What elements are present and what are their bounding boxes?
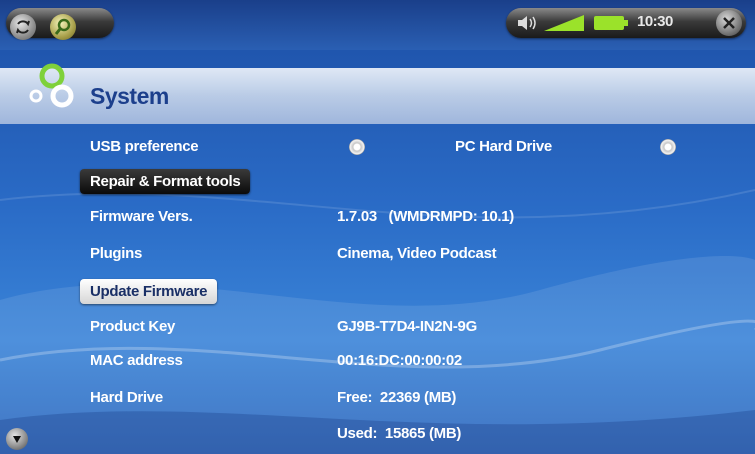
clock-time: 10:30 bbox=[637, 13, 673, 30]
usb-preference-left-arrow[interactable] bbox=[349, 139, 365, 155]
arrow-down-icon bbox=[13, 436, 21, 443]
page-title: System bbox=[90, 83, 169, 109]
firmware-version-label: Firmware Vers. bbox=[90, 208, 193, 225]
section-header: System bbox=[0, 63, 755, 124]
hard-drive-label: Hard Drive bbox=[90, 389, 163, 406]
search-icon bbox=[54, 18, 71, 35]
product-key-value: GJ9B-T7D4-IN2N-9G bbox=[337, 318, 477, 335]
status-bar: 10:30 bbox=[0, 0, 755, 50]
close-icon bbox=[723, 17, 735, 29]
device-screen: 10:30 System USB preference PC Hard Driv… bbox=[0, 0, 755, 454]
usb-preference-right-arrow[interactable] bbox=[660, 139, 676, 155]
hard-drive-used-value: Used: 15865 (MB) bbox=[337, 425, 462, 442]
right-status-pill: 10:30 bbox=[506, 8, 746, 38]
plugins-value: Cinema, Video Podcast bbox=[337, 245, 497, 262]
cycle-button[interactable] bbox=[10, 14, 36, 40]
update-firmware-button[interactable]: Update Firmware bbox=[80, 279, 218, 304]
firmware-version-value: 1.7.03 (WMDRMPD: 10.1) bbox=[337, 208, 515, 225]
speaker-icon bbox=[518, 16, 536, 30]
gears-icon bbox=[29, 63, 74, 108]
hard-drive-free-value: Free: 22369 (MB) bbox=[337, 389, 457, 406]
mac-address-label: MAC address bbox=[90, 352, 183, 369]
product-key-label: Product Key bbox=[90, 318, 176, 335]
close-button[interactable] bbox=[716, 10, 742, 36]
plugins-label: Plugins bbox=[90, 245, 143, 262]
search-button[interactable] bbox=[50, 14, 76, 40]
cycle-icon bbox=[16, 20, 30, 34]
signal-icon bbox=[544, 15, 584, 31]
left-control-pill bbox=[6, 8, 114, 40]
battery-icon bbox=[594, 16, 628, 30]
mac-address-value: 00:16:DC:00:00:02 bbox=[337, 352, 462, 369]
repair-format-tools-button[interactable]: Repair & Format tools bbox=[80, 169, 251, 194]
usb-preference-label: USB preference bbox=[90, 138, 199, 155]
usb-preference-value: PC Hard Drive bbox=[455, 138, 552, 155]
scroll-down-button[interactable] bbox=[6, 428, 28, 450]
